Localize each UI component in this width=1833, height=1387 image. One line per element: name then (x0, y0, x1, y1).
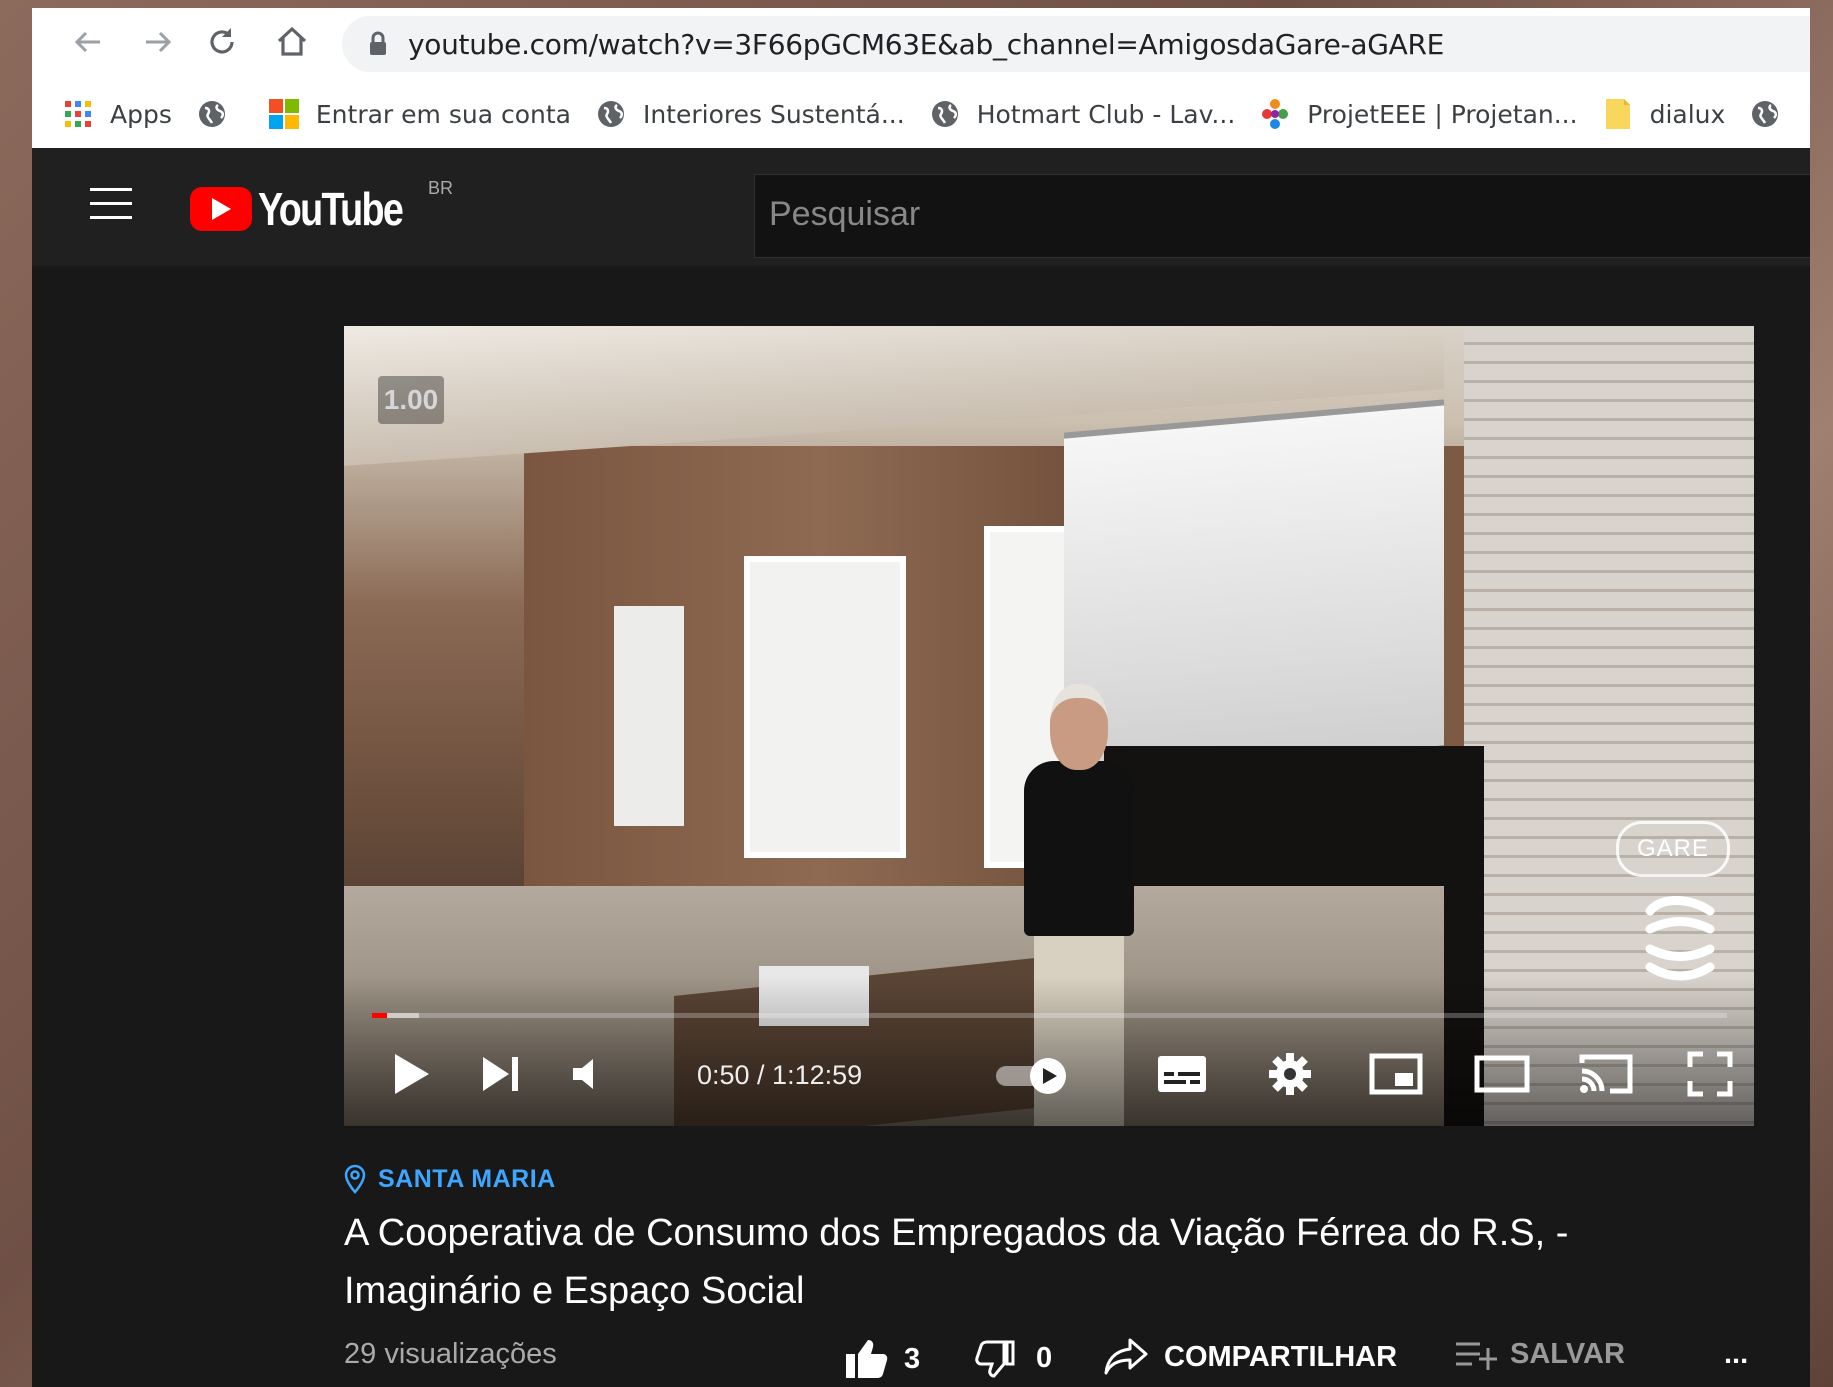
video-title: A Cooperativa de Consumo dos Empregados … (344, 1212, 1569, 1312)
like-count: 3 (904, 1342, 921, 1375)
apps-grid-icon (60, 96, 96, 132)
globe-icon (927, 96, 963, 132)
location-text: SANTA MARIA (378, 1164, 556, 1193)
share-icon (1104, 1338, 1148, 1375)
theater-mode-icon (1474, 1055, 1530, 1093)
cast-icon (1579, 1054, 1633, 1094)
globe-icon (593, 96, 629, 132)
played-fill (372, 1013, 388, 1018)
url-text: youtube.com/watch?v=3F66pGCM63E&ab_chann… (408, 27, 1445, 61)
controls-overlay (344, 976, 1754, 1126)
progress-bar[interactable] (372, 1013, 1727, 1018)
youtube-logo[interactable]: YouTube BR (190, 178, 453, 236)
share-button[interactable]: COMPARTILHAR (1104, 1338, 1397, 1376)
youtube-play-icon (190, 187, 252, 231)
menu-icon-line (90, 202, 132, 205)
bookmark-apps[interactable]: Apps (60, 96, 172, 132)
subtitles-icon (1158, 1056, 1206, 1092)
video-frame-window (744, 556, 906, 858)
country-code: BR (428, 178, 454, 198)
playlist-add-icon (1456, 1342, 1497, 1370)
skip-next-icon (483, 1057, 518, 1091)
save-button[interactable]: SALVAR (1454, 1338, 1625, 1371)
bookmark-entrar[interactable]: Entrar em sua conta (266, 96, 571, 132)
lock-icon[interactable] (368, 31, 388, 57)
browser-window: youtube.com/watch?v=3F66pGCM63E&ab_chann… (32, 8, 1810, 1387)
bookmark-label: Interiores Sustentá... (642, 99, 905, 129)
video-frame-projection-screen (1064, 399, 1444, 779)
location-pin-icon (344, 1164, 366, 1194)
bookmark-projeteee[interactable]: ProjetEEE | Projetan... (1257, 96, 1578, 132)
like-button[interactable]: 3 (844, 1338, 920, 1380)
play-button[interactable] (386, 1044, 436, 1104)
volume-icon (573, 1059, 593, 1089)
bookmarks-bar: Apps Entrar em sua conta Interiores Sust… (32, 82, 1810, 146)
gear-icon (1269, 1053, 1311, 1095)
home-button[interactable] (270, 20, 314, 64)
gare-watermark: GARE (1616, 821, 1730, 877)
menu-icon-line (90, 188, 132, 191)
menu-button[interactable] (90, 188, 132, 222)
time-display: 0:50 / 1:12:59 (697, 1060, 863, 1090)
dislike-count: 0 (1036, 1341, 1053, 1374)
video-frame-window (614, 606, 684, 826)
dislike-button[interactable]: 0 (974, 1338, 1052, 1378)
video-frame-speaker-body (1024, 761, 1134, 936)
miniplayer-button[interactable] (1366, 1044, 1426, 1104)
projeteee-logo-icon (1257, 96, 1293, 132)
more-icon: ... (1724, 1338, 1749, 1370)
next-button[interactable] (476, 1044, 526, 1104)
play-icon (395, 1054, 429, 1094)
video-player[interactable]: 1.00 GARE 0:50 / 1:12:59 (344, 326, 1754, 1126)
gare-symbol-icon (1645, 896, 1715, 981)
globe-icon (194, 96, 230, 132)
location-link[interactable]: SANTA MARIA (344, 1164, 556, 1194)
fullscreen-icon (1687, 1051, 1733, 1097)
search-placeholder: Pesquisar (769, 195, 921, 233)
search-input[interactable]: Pesquisar (754, 174, 1810, 258)
thumbs-down-icon (975, 1340, 1015, 1378)
bookmark-interiores[interactable]: Interiores Sustentá... (593, 96, 905, 132)
browser-chrome: youtube.com/watch?v=3F66pGCM63E&ab_chann… (32, 8, 1810, 148)
subtitles-button[interactable] (1152, 1044, 1212, 1104)
bookmark-globe[interactable] (194, 96, 244, 132)
speed-badge: 1.00 (378, 376, 444, 424)
autoplay-toggle[interactable] (994, 1056, 1068, 1096)
globe-icon (1747, 96, 1783, 132)
share-label: COMPARTILHAR (1164, 1340, 1398, 1373)
reload-button[interactable] (200, 20, 244, 64)
miniplayer-icon (1369, 1053, 1423, 1095)
more-actions-button[interactable]: ... (1724, 1338, 1748, 1371)
mute-button[interactable] (564, 1044, 614, 1104)
home-icon (277, 26, 307, 56)
forward-button[interactable] (136, 20, 180, 64)
video-frame-speaker-head (1050, 684, 1108, 770)
autoplay-icon (996, 1058, 1066, 1094)
bookmark-hotmart[interactable]: Hotmart Club - Lav... (927, 96, 1236, 132)
reload-icon (210, 28, 234, 54)
video-actions: 3 0 COMPARTILHAR SALVAR ... (32, 1338, 1810, 1387)
bookmark-label: dialux (1649, 99, 1726, 129)
forward-arrow-icon (146, 31, 172, 53)
bookmark-globe-end[interactable] (1747, 96, 1797, 132)
fullscreen-button[interactable] (1680, 1044, 1740, 1104)
back-arrow-icon (74, 31, 100, 53)
bookmark-label: Hotmart Club - Lav... (976, 99, 1236, 129)
logo-text: YouTube (258, 183, 404, 235)
bookmark-label: Apps (110, 99, 172, 129)
theater-mode-button[interactable] (1472, 1044, 1532, 1104)
microsoft-logo-icon (266, 96, 302, 132)
folder-icon (1600, 96, 1636, 132)
bookmark-dialux[interactable]: dialux (1600, 96, 1726, 132)
thumbs-up-icon (846, 1340, 888, 1378)
back-button[interactable] (66, 20, 110, 64)
address-bar[interactable]: youtube.com/watch?v=3F66pGCM63E&ab_chann… (342, 16, 1810, 72)
menu-icon-line (90, 216, 132, 219)
save-label: SALVAR (1510, 1338, 1625, 1370)
youtube-header: YouTube BR Pesquisar (32, 148, 1810, 266)
bookmark-label: Entrar em sua conta (315, 99, 571, 129)
cast-button[interactable] (1576, 1044, 1636, 1104)
bookmark-label: ProjetEEE | Projetan... (1307, 99, 1578, 129)
settings-button[interactable] (1260, 1044, 1320, 1104)
